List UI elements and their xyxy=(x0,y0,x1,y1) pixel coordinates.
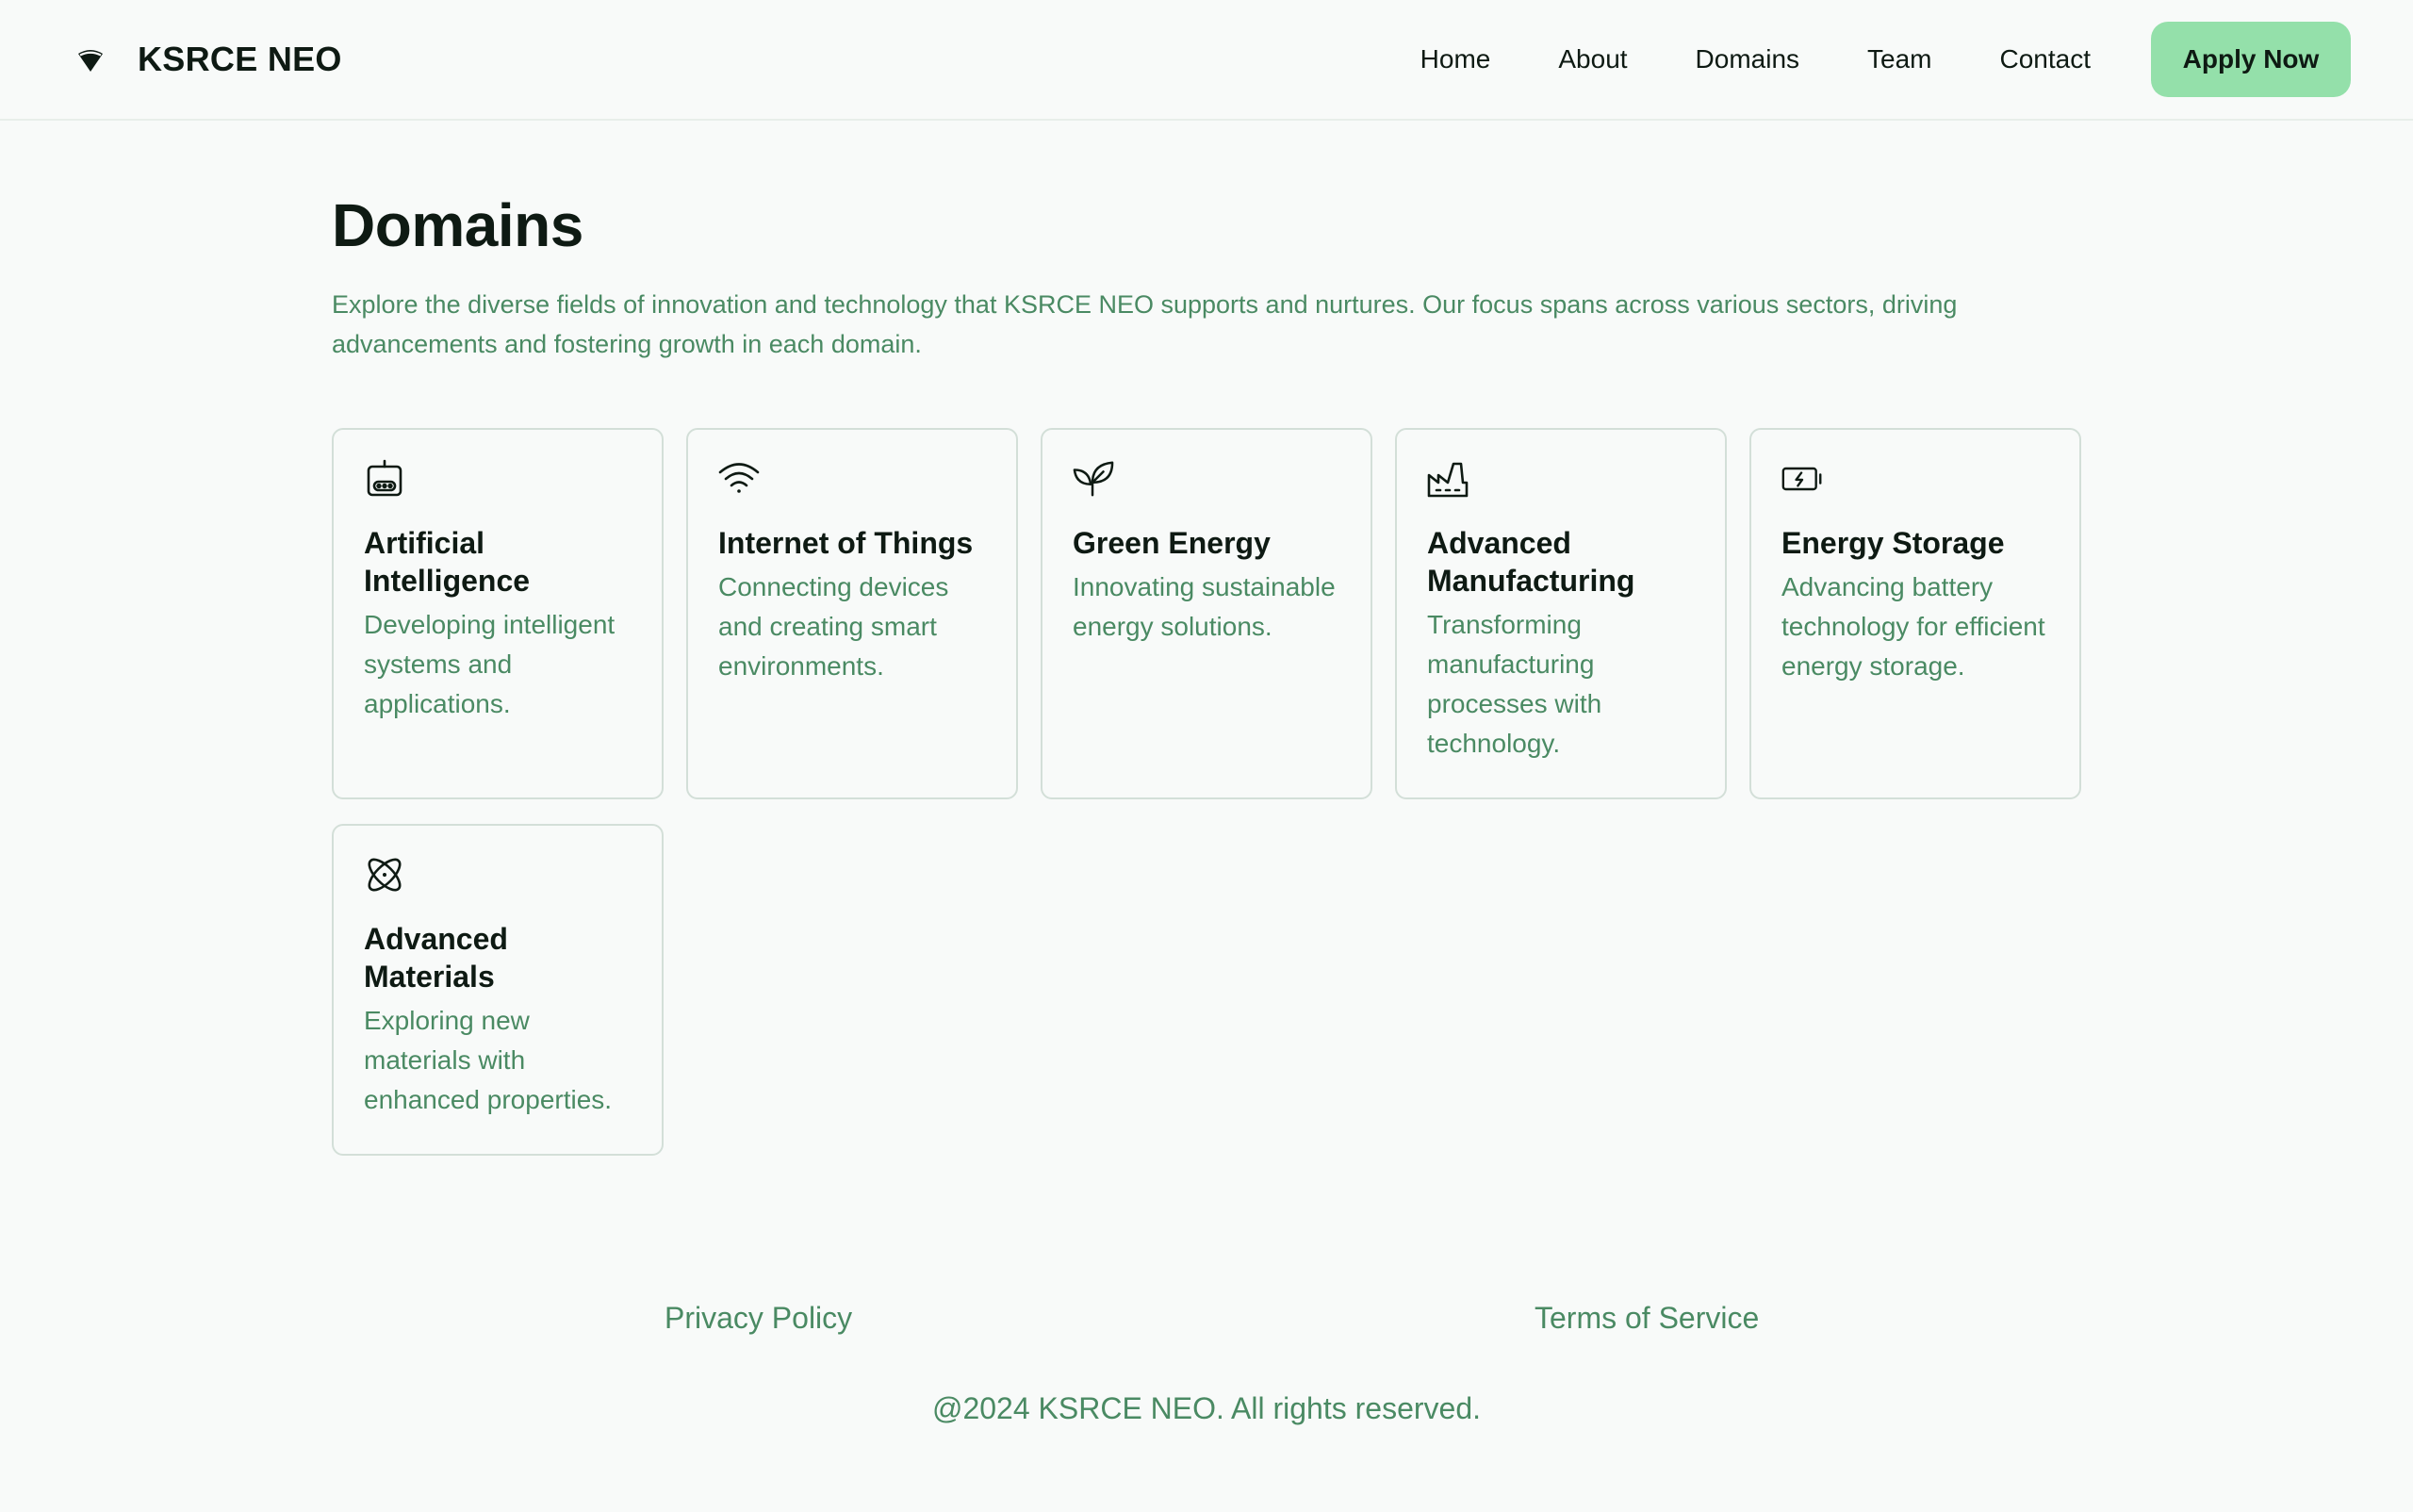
brand-name: KSRCE NEO xyxy=(138,40,342,78)
page-description: Explore the diverse fields of innovation… xyxy=(332,290,1958,358)
page-title: Domains xyxy=(332,191,583,259)
domain-card-energy-storage[interactable]: Energy Storage Advancing battery technol… xyxy=(1749,428,2081,799)
robot-icon xyxy=(364,458,405,500)
domain-card-advanced-materials[interactable]: Advanced Materials Exploring new materia… xyxy=(332,824,664,1156)
copyright-text: @2024 KSRCE NEO. All rights reserved. xyxy=(931,1391,1482,1425)
factory-icon xyxy=(1427,458,1469,500)
apply-now-button[interactable]: Apply Now xyxy=(2151,22,2351,97)
nav-contact[interactable]: Contact xyxy=(2000,44,2092,74)
domain-title: Advanced Manufacturing xyxy=(1427,526,1635,598)
logo-icon xyxy=(75,44,106,74)
domain-description: Advancing battery technology for efficie… xyxy=(1781,572,2045,681)
nav-team[interactable]: Team xyxy=(1867,44,1931,74)
nav-home[interactable]: Home xyxy=(1420,44,1491,74)
battery-charging-icon xyxy=(1781,458,1823,500)
domain-card-iot[interactable]: Internet of Things Connecting devices an… xyxy=(686,428,1018,799)
domain-description: Connecting devices and creating smart en… xyxy=(718,572,949,681)
privacy-policy-link[interactable]: Privacy Policy xyxy=(665,1301,852,1336)
domain-title: Artificial Intelligence xyxy=(364,526,531,598)
nav-domains[interactable]: Domains xyxy=(1696,44,1799,74)
domain-card-manufacturing[interactable]: Advanced Manufacturing Transforming manu… xyxy=(1395,428,1727,799)
domain-title: Energy Storage xyxy=(1781,526,2005,560)
brand[interactable]: KSRCE NEO xyxy=(75,40,342,79)
plant-icon xyxy=(1073,458,1114,500)
domain-description: Transforming manufacturing processes wit… xyxy=(1427,610,1602,758)
domain-title: Internet of Things xyxy=(718,526,974,560)
domain-card-green-energy[interactable]: Green Energy Innovating sustainable ener… xyxy=(1041,428,1372,799)
atom-icon xyxy=(364,854,405,896)
domain-description: Developing intelligent systems and appli… xyxy=(364,610,616,718)
nav-about[interactable]: About xyxy=(1558,44,1627,74)
domain-card-ai[interactable]: Artificial Intelligence Developing intel… xyxy=(332,428,664,799)
wifi-icon xyxy=(718,458,760,500)
main-nav: Home About Domains Team Contact Apply No… xyxy=(1420,22,2351,97)
domain-title: Advanced Materials xyxy=(364,922,508,994)
site-header: KSRCE NEO Home About Domains Team Contac… xyxy=(0,0,2413,121)
domain-title: Green Energy xyxy=(1073,526,1271,560)
footer-links: Privacy Policy Terms of Service xyxy=(0,1301,2413,1342)
domain-description: Innovating sustainable energy solutions. xyxy=(1073,572,1336,641)
terms-of-service-link[interactable]: Terms of Service xyxy=(1535,1301,1759,1336)
domain-description: Exploring new materials with enhanced pr… xyxy=(364,1006,613,1114)
